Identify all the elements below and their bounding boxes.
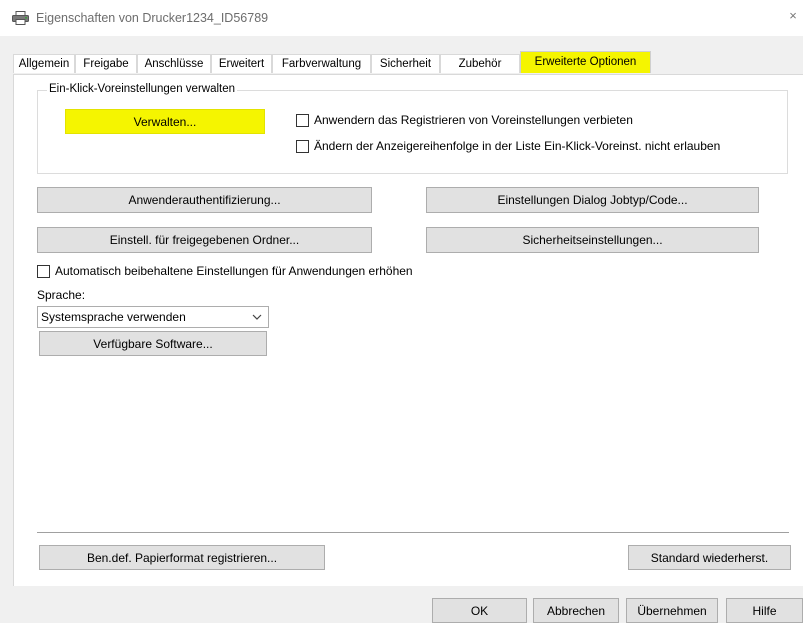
language-selected-value: Systemsprache verwenden bbox=[41, 310, 186, 324]
tab-freigabe[interactable]: Freigabe bbox=[75, 54, 137, 73]
title-bar: Eigenschaften von Drucker1234_ID56789 × bbox=[0, 0, 803, 36]
cancel-button[interactable]: Abbrechen bbox=[533, 598, 619, 623]
restore-default-button[interactable]: Standard wiederherst. bbox=[628, 545, 791, 570]
chevron-down-icon bbox=[252, 314, 262, 320]
tab-sicherheit[interactable]: Sicherheit bbox=[371, 54, 440, 73]
language-label: Sprache: bbox=[37, 288, 86, 302]
auto-retain-label: Automatisch beibehaltene Einstellungen f… bbox=[55, 264, 413, 278]
one-click-group-label: Ein-Klick-Voreinstellungen verwalten bbox=[47, 83, 238, 95]
tab-erweiterte-optionen[interactable]: Erweiterte Optionen bbox=[520, 51, 651, 73]
prevent-reorder-label: Ändern der Anzeigereihenfolge in der Lis… bbox=[314, 139, 721, 153]
prevent-register-label: Anwendern das Registrieren von Voreinste… bbox=[314, 113, 633, 127]
security-settings-button[interactable]: Sicherheitseinstellungen... bbox=[426, 227, 759, 253]
job-type-dialog-button[interactable]: Einstellungen Dialog Jobtyp/Code... bbox=[426, 187, 759, 213]
separator bbox=[37, 532, 789, 533]
user-authentication-button[interactable]: Anwenderauthentifizierung... bbox=[37, 187, 372, 213]
close-icon[interactable]: × bbox=[786, 9, 800, 23]
register-custom-paper-button[interactable]: Ben.def. Papierformat registrieren... bbox=[39, 545, 325, 570]
apply-button[interactable]: Übernehmen bbox=[626, 598, 718, 623]
window-title: Eigenschaften von Drucker1234_ID56789 bbox=[36, 11, 269, 25]
prevent-register-checkbox-row[interactable]: Anwendern das Registrieren von Voreinste… bbox=[296, 113, 716, 129]
language-select[interactable]: Systemsprache verwenden bbox=[37, 306, 269, 328]
manage-presets-button[interactable]: Verwalten... bbox=[65, 109, 265, 134]
prevent-register-checkbox[interactable] bbox=[296, 114, 309, 127]
auto-retain-checkbox[interactable] bbox=[37, 265, 50, 278]
help-button[interactable]: Hilfe bbox=[726, 598, 803, 623]
available-software-button[interactable]: Verfügbare Software... bbox=[39, 331, 267, 356]
ok-button[interactable]: OK bbox=[432, 598, 527, 623]
tab-zubehoer[interactable]: Zubehör bbox=[440, 54, 520, 73]
shared-folder-settings-button[interactable]: Einstell. für freigegebenen Ordner... bbox=[37, 227, 372, 253]
printer-icon bbox=[12, 11, 29, 25]
tab-farbverwaltung[interactable]: Farbverwaltung bbox=[272, 54, 371, 73]
tab-allgemein[interactable]: Allgemein bbox=[13, 54, 75, 73]
tab-erweitert[interactable]: Erweitert bbox=[211, 54, 272, 73]
prevent-reorder-checkbox[interactable] bbox=[296, 140, 309, 153]
tab-anschluesse[interactable]: Anschlüsse bbox=[137, 54, 211, 73]
auto-retain-checkbox-row[interactable]: Automatisch beibehaltene Einstellungen f… bbox=[37, 264, 467, 280]
prevent-reorder-checkbox-row[interactable]: Ändern der Anzeigereihenfolge in der Lis… bbox=[296, 139, 766, 155]
